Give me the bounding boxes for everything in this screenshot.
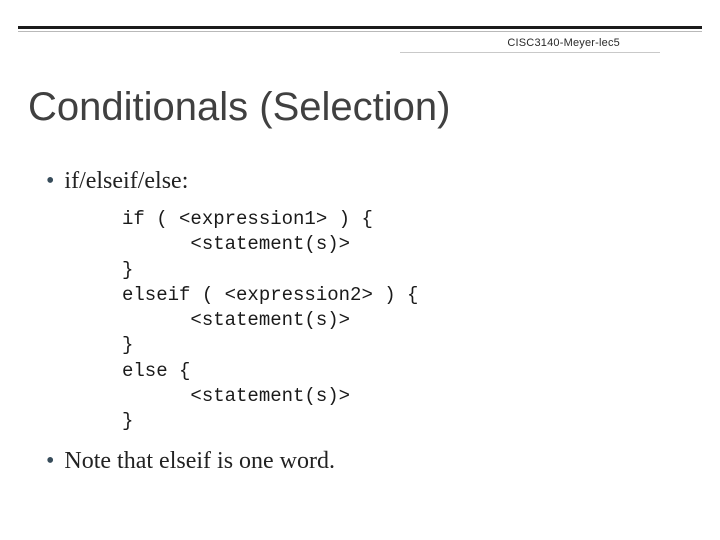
- top-border-subrule: [18, 31, 702, 32]
- bullet-1: • if/elseif/else:: [46, 168, 680, 195]
- bullet-dot-icon: •: [46, 168, 54, 194]
- slide-body: • if/elseif/else: if ( <expression1> ) { …: [46, 168, 680, 487]
- slide: CISC3140-Meyer-lec5 Conditionals (Select…: [0, 0, 720, 540]
- bullet-dot-icon: •: [46, 448, 54, 474]
- bullet-1-text: if/elseif/else:: [64, 168, 188, 194]
- bullet-2: • Note that elseif is one word.: [46, 448, 680, 475]
- header-underline: [400, 52, 660, 53]
- bullet-2-text: Note that elseif is one word.: [64, 448, 335, 474]
- code-block: if ( <expression1> ) { <statement(s)> } …: [122, 207, 680, 434]
- slide-header-tag: CISC3140-Meyer-lec5: [507, 37, 620, 49]
- slide-title: Conditionals (Selection): [28, 85, 450, 130]
- top-border-rule: [18, 26, 702, 29]
